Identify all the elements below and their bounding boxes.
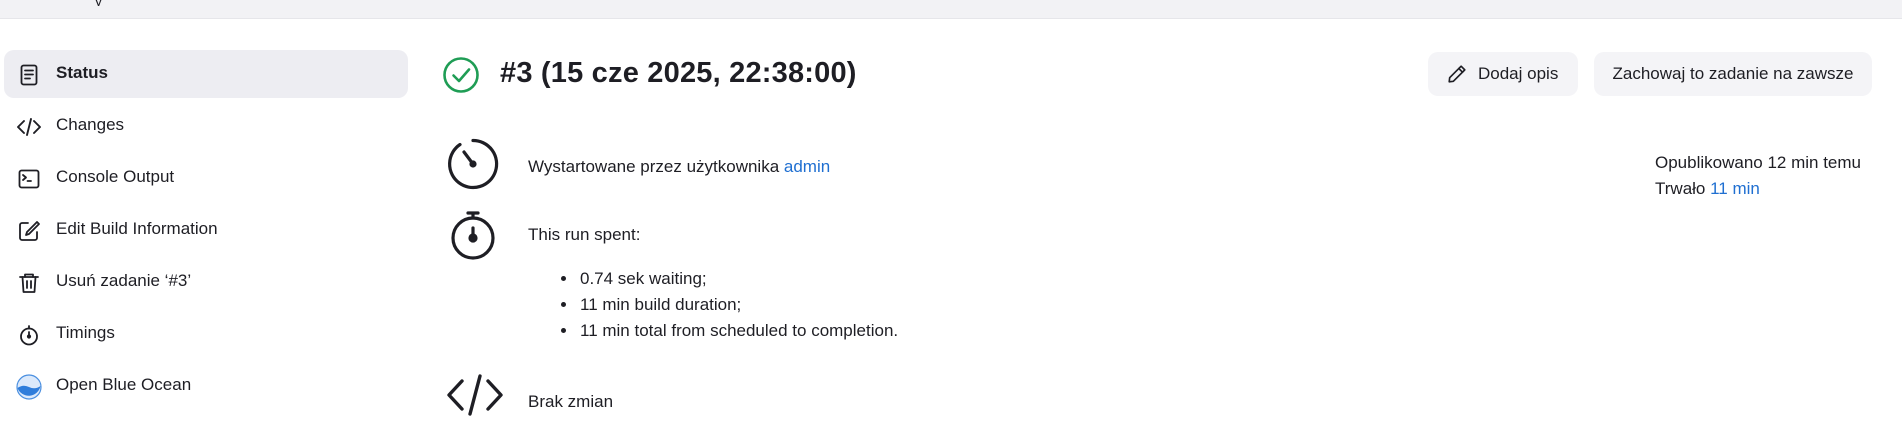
sidebar-item-label: Open Blue Ocean — [56, 375, 192, 394]
cropped-header-text: y — [95, 0, 131, 6]
keep-forever-label: Zachowaj to zadanie na zawsze — [1612, 64, 1854, 83]
edit-icon — [16, 218, 42, 244]
sidebar-item-status[interactable]: Status — [4, 50, 408, 98]
sidebar-item-edit-build-information[interactable]: Edit Build Information — [4, 206, 408, 254]
stopwatch-icon — [16, 322, 42, 348]
user-gauge-icon — [446, 137, 500, 191]
top-header-bar: y — [0, 0, 1902, 19]
trash-icon — [16, 270, 42, 296]
duration-line: Trwało 11 min — [1655, 176, 1861, 202]
sidebar-item-changes[interactable]: Changes — [4, 102, 408, 150]
code-large-icon — [446, 372, 503, 426]
published-time: Opublikowano 12 min temu — [1655, 153, 1862, 172]
page-title: #3 (15 cze 2025, 22:38:00) — [500, 57, 857, 89]
add-description-button[interactable]: Dodaj opis — [1428, 52, 1578, 96]
stopwatch-large-icon — [446, 208, 500, 262]
pencil-icon — [1448, 65, 1466, 83]
blue-ocean-icon — [16, 374, 42, 400]
run-spent-title: This run spent: — [528, 225, 641, 244]
sidebar-item-label: Status — [56, 63, 108, 82]
sidebar-item-label: Edit Build Information — [56, 219, 218, 238]
sidebar-item-label: Timings — [56, 323, 115, 342]
list-item: 11 min total from scheduled to completio… — [578, 318, 898, 344]
document-icon — [16, 62, 42, 88]
list-item: 0.74 sek waiting; — [578, 266, 898, 292]
sidebar-item-label: Usuń zadanie ‘#3’ — [56, 271, 192, 290]
add-description-label: Dodaj opis — [1478, 64, 1559, 83]
list-item: 11 min build duration; — [578, 292, 898, 318]
build-meta: Opublikowano 12 min temu Trwało 11 min — [1655, 150, 1861, 202]
changes-text: Brak zmian — [528, 392, 614, 411]
keep-forever-button[interactable]: Zachowaj to zadanie na zawsze — [1594, 52, 1872, 96]
duration-prefix: Trwało — [1655, 179, 1711, 198]
sidebar-item-timings[interactable]: Timings — [4, 310, 408, 358]
started-by-prefix: Wystartowane przez użytkownika — [528, 157, 784, 176]
sidebar-item-open-blue-ocean[interactable]: Open Blue Ocean — [4, 362, 408, 410]
sidebar-item-label: Console Output — [56, 167, 175, 186]
run-spent-list: 0.74 sek waiting; 11 min build duration;… — [558, 266, 898, 344]
started-by-text: Wystartowane przez użytkownika admin — [528, 157, 830, 177]
sidebar-item-delete-build[interactable]: Usuń zadanie ‘#3’ — [4, 258, 408, 306]
code-icon — [16, 114, 42, 140]
sidebar-item-label: Changes — [56, 115, 125, 134]
started-by-user-link[interactable]: admin — [784, 157, 830, 176]
success-check-icon — [442, 56, 480, 94]
terminal-icon — [16, 166, 42, 192]
sidebar: Status Changes Console Output Edit Build… — [4, 50, 408, 414]
sidebar-item-console-output[interactable]: Console Output — [4, 154, 408, 202]
duration-link[interactable]: 11 min — [1710, 179, 1760, 198]
